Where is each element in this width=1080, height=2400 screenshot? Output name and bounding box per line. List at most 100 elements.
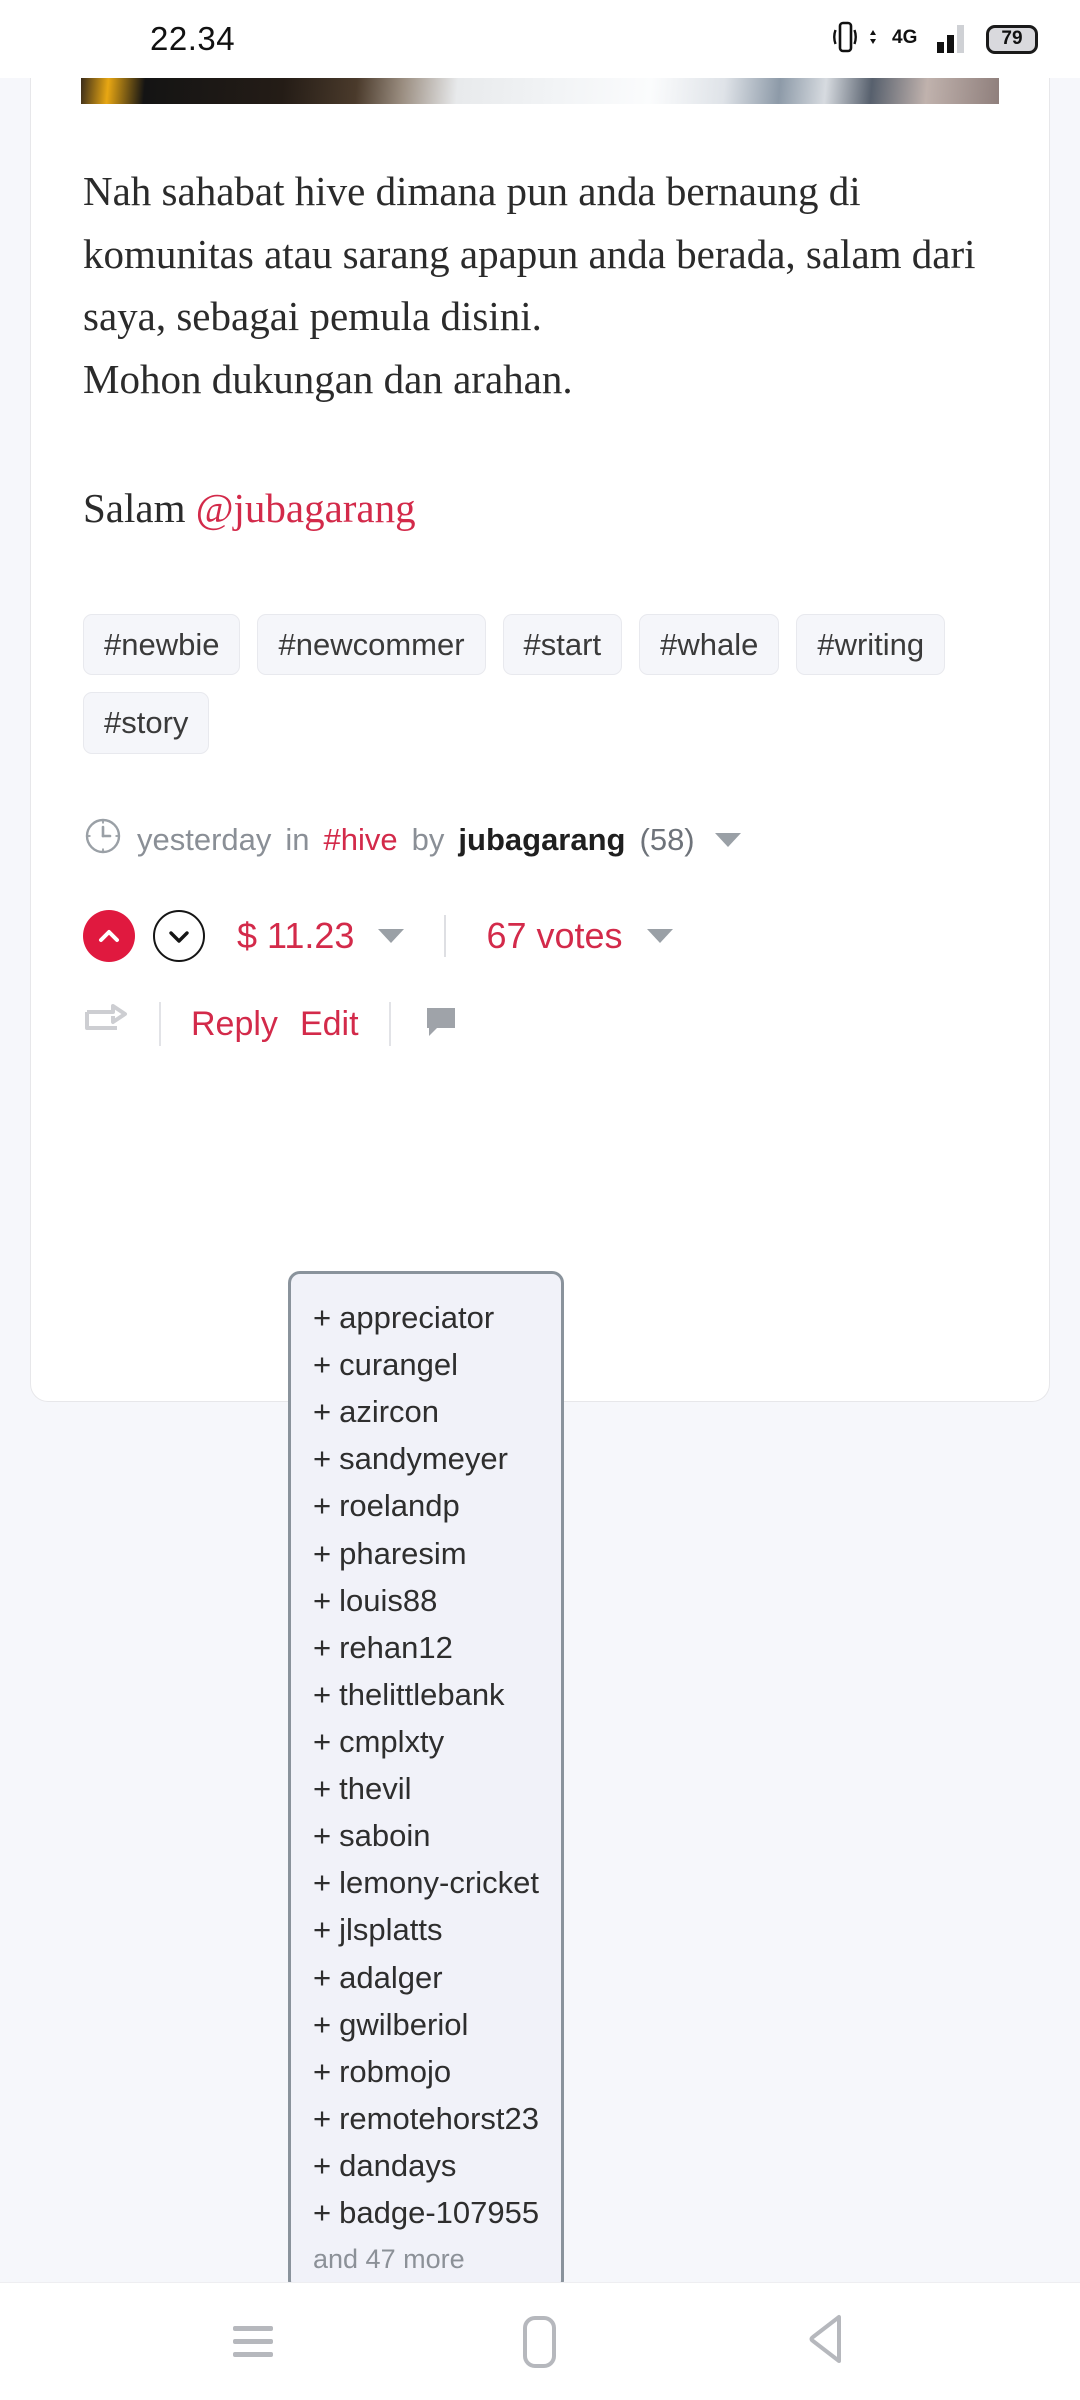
chevron-down-icon <box>169 931 189 943</box>
author-reputation: (58) <box>639 821 695 857</box>
voter-item[interactable]: + azircon <box>313 1388 561 1435</box>
voter-item[interactable]: + curangel <box>313 1341 561 1388</box>
svg-text:4G: 4G <box>892 27 917 48</box>
post-card: Nah sahabat hive dimana pun anda bernaun… <box>30 78 1050 1402</box>
recents-button[interactable] <box>193 2302 313 2382</box>
battery-icon: 79 <box>986 24 1038 54</box>
payout-chevron-down-icon[interactable] <box>378 928 405 943</box>
voter-item[interactable]: + louis88 <box>313 1577 561 1624</box>
plus-icon: + <box>313 2100 332 2136</box>
meta-in-label: in <box>285 821 310 857</box>
voter-item[interactable]: + gwilberiol <box>313 2001 561 2048</box>
action-row: Reply Edit <box>31 1002 1049 1047</box>
plus-icon: + <box>313 1394 332 1430</box>
vibrate-icon <box>832 20 858 59</box>
voter-item[interactable]: + sandymeyer <box>313 1435 561 1482</box>
voter-name: rehan12 <box>339 1629 453 1665</box>
plus-icon: + <box>313 1912 332 1948</box>
reshare-icon[interactable] <box>83 1002 129 1047</box>
voter-item[interactable]: + cmplxty <box>313 1718 561 1765</box>
vote-count[interactable]: 67 votes <box>486 915 622 957</box>
voter-name: gwilberiol <box>339 2006 469 2042</box>
voter-item[interactable]: + pharesim <box>313 1530 561 1577</box>
community-link[interactable]: #hive <box>324 822 398 858</box>
tag-chip[interactable]: #newcommer <box>257 613 486 676</box>
back-button[interactable] <box>767 2302 887 2382</box>
vote-row: $ 11.23 67 votes <box>31 909 1049 962</box>
plus-icon: + <box>313 1959 332 1995</box>
voter-item[interactable]: + jlsplatts <box>313 1906 561 1953</box>
voter-item[interactable]: + appreciator <box>313 1294 561 1341</box>
voter-name: dandays <box>339 2147 457 2183</box>
post-body-text: Nah sahabat hive dimana pun anda bernaun… <box>31 104 1049 540</box>
tag-chip[interactable]: #writing <box>796 613 946 676</box>
voter-item[interactable]: + robmojo <box>313 2048 561 2095</box>
upvote-button[interactable] <box>83 909 135 962</box>
voter-item[interactable]: + saboin <box>313 1812 561 1859</box>
voters-popup[interactable]: + appreciator + curangel + azircon + sandyme… <box>288 1271 564 2282</box>
post-time-ago[interactable]: yesterday <box>137 822 271 858</box>
plus-icon: + <box>313 1300 332 1335</box>
meta-by-label: by <box>411 821 445 857</box>
signature-prefix: Salam <box>83 484 196 531</box>
plus-icon: + <box>313 2147 332 2183</box>
status-bar-icons: 4G 79 <box>832 20 1038 59</box>
voter-item[interactable]: + adalger <box>313 1954 561 2001</box>
post-image-cropped <box>81 78 999 104</box>
downvote-button[interactable] <box>153 909 205 962</box>
author-link[interactable]: jubagarang <box>458 822 625 858</box>
tag-chip[interactable]: #whale <box>639 613 780 676</box>
tag-chip[interactable]: #story <box>83 692 210 754</box>
post-meta: yesterday in #hive by jubagarang (58) <box>31 816 1049 864</box>
voter-name: appreciator <box>339 1300 495 1335</box>
status-bar-time: 22.34 <box>150 20 236 57</box>
votes-chevron-down-icon[interactable] <box>646 928 673 943</box>
scroll-content[interactable]: Nah sahabat hive dimana pun anda bernaun… <box>0 78 1080 2282</box>
voter-name: roelandp <box>339 1488 460 1524</box>
voter-name: thelittlebank <box>339 1676 505 1712</box>
voter-name: robmojo <box>339 2053 452 2089</box>
tag-chip[interactable]: #start <box>502 613 623 676</box>
voter-item[interactable]: + rehan12 <box>313 1624 561 1671</box>
action-divider <box>388 1002 391 1047</box>
phone-screen: 22.34 4G 79 Nah sahabat hive dimana pun … <box>0 0 1080 2400</box>
edit-button[interactable]: Edit <box>300 1005 359 1044</box>
home-icon <box>523 2315 557 2368</box>
home-button[interactable] <box>480 2302 600 2382</box>
comment-icon[interactable] <box>421 1002 461 1047</box>
plus-icon: + <box>313 1582 332 1618</box>
plus-icon: + <box>313 1771 332 1807</box>
voter-item[interactable]: + roelandp <box>313 1482 561 1529</box>
tag-list: #newbie #newcommer #start #whale #writin… <box>31 613 1049 754</box>
network-type-label: 4G <box>892 25 926 54</box>
voter-name: pharesim <box>339 1535 467 1571</box>
data-arrows-icon <box>868 28 882 51</box>
voter-name: sandymeyer <box>339 1441 508 1477</box>
chevron-down-icon[interactable] <box>714 832 741 847</box>
post-paragraph-2: Mohon dukungan dan arahan. <box>83 356 573 403</box>
voter-name: remotehorst23 <box>339 2100 539 2136</box>
reply-button[interactable]: Reply <box>191 1005 278 1044</box>
plus-icon: + <box>313 1535 332 1571</box>
voter-name: adalger <box>339 1959 443 1995</box>
voter-item[interactable]: + thelittlebank <box>313 1671 561 1718</box>
mention-link[interactable]: @jubagarang <box>196 485 416 531</box>
clock-icon <box>83 816 123 864</box>
voter-item[interactable]: + badge-107955 <box>313 2189 561 2236</box>
voter-item[interactable]: + remotehorst23 <box>313 2095 561 2142</box>
plus-icon: + <box>313 2053 332 2089</box>
plus-icon: + <box>313 1488 332 1524</box>
chevron-up-icon <box>99 929 119 942</box>
payout-amount[interactable]: $ 11.23 <box>237 915 354 957</box>
voter-item[interactable]: + lemony-cricket <box>313 1859 561 1906</box>
plus-icon: + <box>313 1818 332 1854</box>
voter-name: saboin <box>339 1818 431 1854</box>
tag-chip[interactable]: #newbie <box>83 613 241 676</box>
post-paragraph-1: Nah sahabat hive dimana pun anda bernaun… <box>83 168 976 340</box>
voter-item[interactable]: + dandays <box>313 2142 561 2189</box>
voter-item[interactable]: + thevil <box>313 1765 561 1812</box>
android-nav-bar <box>0 2282 1080 2400</box>
recents-icon <box>233 2318 274 2365</box>
voters-more-label: and 47 more <box>313 2244 465 2275</box>
